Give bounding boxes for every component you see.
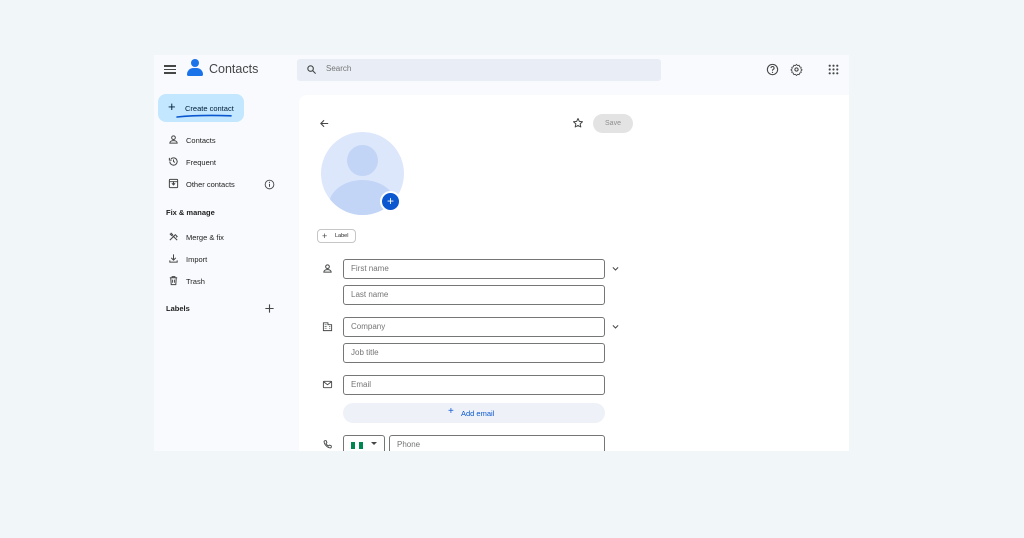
star-icon[interactable] (572, 117, 584, 129)
sidebar-item-label: Contacts (186, 136, 216, 145)
label-chip-button[interactable]: + Label (317, 229, 356, 243)
sidebar-item-trash[interactable]: Trash (166, 273, 286, 289)
sidebar-item-label: Frequent (186, 158, 217, 167)
sidebar-item-label: Other contacts (186, 180, 235, 189)
dropdown-triangle-icon (371, 442, 377, 445)
phone-input[interactable] (397, 440, 597, 449)
company-field[interactable] (343, 317, 605, 337)
sidebar-item-frequent[interactable]: Frequent (166, 154, 286, 170)
history-icon (168, 157, 178, 166)
chevron-down-icon[interactable] (611, 264, 620, 273)
email-envelope-icon (322, 380, 333, 389)
trash-icon (169, 276, 178, 286)
email-input[interactable] (351, 380, 591, 389)
email-field[interactable] (343, 375, 605, 395)
back-arrow-icon[interactable] (319, 118, 330, 129)
sidebar-item-label: Import (186, 255, 208, 264)
plus-icon: + (448, 406, 454, 417)
plus-icon: + (322, 231, 328, 241)
fix-manage-heading: Fix & manage (166, 208, 215, 217)
tools-icon (169, 232, 178, 241)
job-title-field[interactable] (343, 343, 605, 363)
handdrawn-underline (176, 114, 232, 118)
search-input[interactable] (326, 64, 646, 73)
chevron-down-icon[interactable] (611, 322, 620, 331)
sidebar: + Create contact Contacts Frequent Other… (154, 85, 299, 451)
add-label-plus-icon[interactable] (264, 303, 275, 314)
person-icon (323, 264, 332, 273)
first-name-field[interactable] (343, 259, 605, 279)
search-icon (307, 65, 317, 75)
add-photo-plus-button[interactable]: + (380, 191, 401, 212)
search-bar[interactable] (297, 59, 661, 81)
first-name-input[interactable] (351, 264, 591, 273)
plus-icon: + (168, 99, 176, 114)
contacts-app-window: Contacts + Create c (154, 55, 849, 451)
sidebar-item-label: Merge & fix (186, 233, 224, 242)
sidebar-item-contacts[interactable]: Contacts (166, 132, 286, 148)
sidebar-item-merge-fix[interactable]: Merge & fix (166, 229, 286, 245)
apps-grid-icon[interactable] (827, 63, 840, 76)
phone-field[interactable] (389, 435, 605, 451)
country-code-select[interactable] (343, 435, 385, 451)
help-icon[interactable] (766, 63, 779, 76)
add-email-label: Add email (461, 409, 495, 418)
hamburger-menu-icon[interactable] (164, 63, 176, 75)
create-contact-label: Create contact (185, 104, 234, 113)
labels-heading: Labels (166, 304, 190, 313)
last-name-input[interactable] (351, 290, 591, 299)
contact-edit-panel: Save + + Label First name Last name Comp… (299, 95, 849, 451)
info-icon[interactable] (264, 179, 275, 190)
sidebar-item-label: Trash (186, 277, 205, 286)
person-icon (169, 135, 178, 144)
company-building-icon (322, 322, 333, 332)
contacts-logo-icon (187, 59, 203, 77)
app-title: Contacts (209, 62, 259, 76)
download-box-icon (168, 178, 179, 189)
last-name-field[interactable] (343, 285, 605, 305)
top-bar: Contacts (154, 55, 849, 85)
phone-icon (323, 440, 332, 449)
import-icon (169, 254, 178, 263)
save-button[interactable]: Save (593, 114, 633, 133)
settings-gear-icon[interactable] (790, 63, 803, 76)
nigeria-flag-icon (351, 442, 363, 449)
sidebar-item-import[interactable]: Import (166, 251, 286, 267)
label-chip-text: Label (335, 233, 349, 239)
job-title-input[interactable] (351, 348, 591, 357)
add-email-button[interactable]: + Add email (343, 403, 605, 423)
company-input[interactable] (351, 322, 591, 331)
